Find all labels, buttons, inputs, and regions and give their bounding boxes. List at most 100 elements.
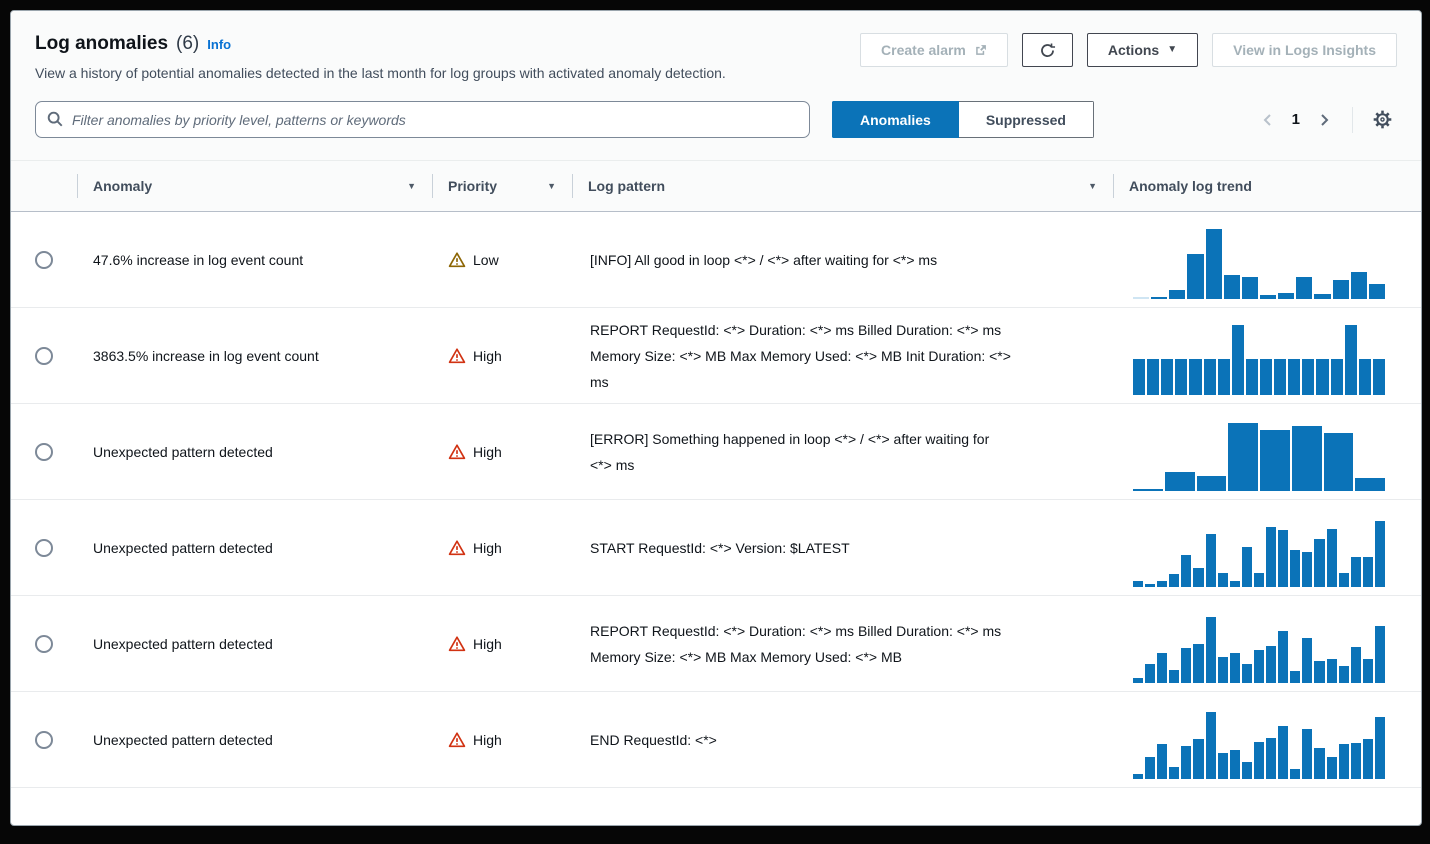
trend-bar	[1133, 489, 1163, 491]
trend-bar	[1350, 272, 1367, 299]
trend-bar	[1169, 290, 1186, 299]
priority-cell: High	[432, 596, 572, 691]
column-header-selection	[11, 161, 77, 211]
trend-bar	[1169, 767, 1180, 779]
selection-cell	[11, 404, 77, 499]
anomaly-cell: Unexpected pattern detected	[77, 692, 432, 787]
trend-bar	[1274, 359, 1287, 395]
table-row: Unexpected pattern detected High REPORT …	[11, 596, 1421, 692]
row-radio-button[interactable]	[35, 442, 53, 461]
trend-bar	[1181, 555, 1192, 587]
filter-input[interactable]	[35, 101, 810, 138]
trend-bar	[1229, 581, 1240, 587]
trend-bar	[1223, 275, 1240, 299]
trend-bar	[1332, 280, 1349, 299]
refresh-button[interactable]	[1021, 33, 1073, 67]
trend-bar	[1253, 650, 1265, 683]
trend-cell	[1113, 308, 1421, 403]
trend-bar	[1338, 744, 1349, 779]
info-link[interactable]: Info	[207, 37, 231, 52]
row-radio-button[interactable]	[35, 730, 53, 749]
trend-bar	[1288, 359, 1301, 395]
selection-cell	[11, 212, 77, 307]
sort-icon[interactable]: ▼	[547, 181, 556, 191]
tab-anomalies[interactable]: Anomalies	[832, 101, 959, 138]
column-header-log-pattern[interactable]: Log pattern ▼	[572, 161, 1113, 211]
chevron-right-icon	[1316, 112, 1332, 128]
trend-bar	[1157, 744, 1168, 779]
priority-label: High	[473, 539, 502, 556]
trend-bar	[1314, 661, 1325, 683]
settings-button[interactable]	[1367, 105, 1397, 135]
trend-bar	[1241, 664, 1252, 683]
trend-bar	[1302, 359, 1315, 395]
trend-bar	[1157, 581, 1168, 587]
table-row: 47.6% increase in log event count Low [I…	[11, 212, 1421, 308]
row-radio-button[interactable]	[35, 346, 53, 365]
view-insights-label: View in Logs Insights	[1233, 42, 1376, 58]
anomaly-cell: Unexpected pattern detected	[77, 404, 432, 499]
trend-chart	[1133, 609, 1385, 683]
trend-bar	[1187, 254, 1204, 299]
table-row: Unexpected pattern detected High START R…	[11, 500, 1421, 596]
log-pattern-text: REPORT RequestId: <*> Duration: <*> ms B…	[590, 622, 1002, 665]
trend-bar	[1133, 297, 1150, 299]
priority-cell: High	[432, 404, 572, 499]
view-in-logs-insights-button[interactable]: View in Logs Insights	[1212, 33, 1397, 67]
actions-button[interactable]: Actions ▼	[1086, 33, 1199, 67]
trend-bar	[1217, 573, 1228, 587]
refresh-icon	[1039, 42, 1056, 59]
create-alarm-button[interactable]: Create alarm	[860, 33, 1008, 67]
trend-bar	[1278, 293, 1295, 299]
trend-bar	[1133, 581, 1144, 587]
column-label: Log pattern	[588, 178, 665, 194]
trend-bar	[1193, 739, 1204, 779]
column-header-priority[interactable]: Priority ▼	[432, 161, 572, 211]
trend-cell	[1113, 692, 1421, 787]
previous-page-button[interactable]	[1254, 106, 1282, 134]
priority-warning-icon	[448, 347, 466, 365]
trend-bar	[1133, 678, 1144, 683]
trend-bar	[1241, 547, 1252, 587]
priority-cell: Low	[432, 212, 572, 307]
trend-bar	[1260, 430, 1290, 491]
trend-bar	[1316, 359, 1329, 395]
priority-label: High	[473, 443, 502, 460]
trend-bar	[1374, 717, 1385, 779]
anomaly-text: Unexpected pattern detected	[93, 443, 273, 460]
trend-bar	[1203, 359, 1216, 395]
sort-icon[interactable]: ▼	[1088, 181, 1097, 191]
row-radio-button[interactable]	[35, 538, 53, 557]
column-label: Priority	[448, 178, 498, 194]
table-row: 3863.5% increase in log event count High…	[11, 308, 1421, 404]
row-radio-button[interactable]	[35, 250, 53, 269]
anomaly-cell: Unexpected pattern detected	[77, 596, 432, 691]
priority-cell: High	[432, 500, 572, 595]
column-label: Anomaly log trend	[1129, 178, 1252, 194]
trend-cell	[1113, 404, 1421, 499]
trend-bar	[1266, 527, 1277, 587]
trend-bar	[1350, 557, 1361, 587]
trend-bar	[1302, 638, 1313, 683]
sort-icon[interactable]: ▼	[407, 181, 416, 191]
pagination-divider	[1352, 106, 1353, 133]
row-radio-button[interactable]	[35, 634, 53, 653]
trend-bar	[1245, 359, 1258, 395]
log-pattern-text: REPORT RequestId: <*> Duration: <*> ms B…	[590, 321, 1011, 390]
column-header-anomaly[interactable]: Anomaly ▼	[77, 161, 432, 211]
trend-bar	[1278, 530, 1289, 587]
trend-bar	[1189, 359, 1202, 395]
anomaly-text: 47.6% increase in log event count	[93, 251, 304, 268]
anomaly-text: Unexpected pattern detected	[93, 635, 273, 652]
trend-bar	[1205, 534, 1216, 587]
tab-suppressed[interactable]: Suppressed	[958, 101, 1094, 138]
trend-bar	[1164, 472, 1195, 491]
next-page-button[interactable]	[1310, 106, 1338, 134]
trend-bar	[1326, 757, 1337, 779]
page-title: Log anomalies	[35, 33, 169, 54]
selection-cell	[11, 500, 77, 595]
trend-bar	[1161, 359, 1174, 395]
trend-bar	[1205, 712, 1216, 779]
log-pattern-cell: START RequestId: <*> Version: $LATEST	[572, 500, 1113, 595]
priority-warning-icon	[448, 251, 466, 269]
